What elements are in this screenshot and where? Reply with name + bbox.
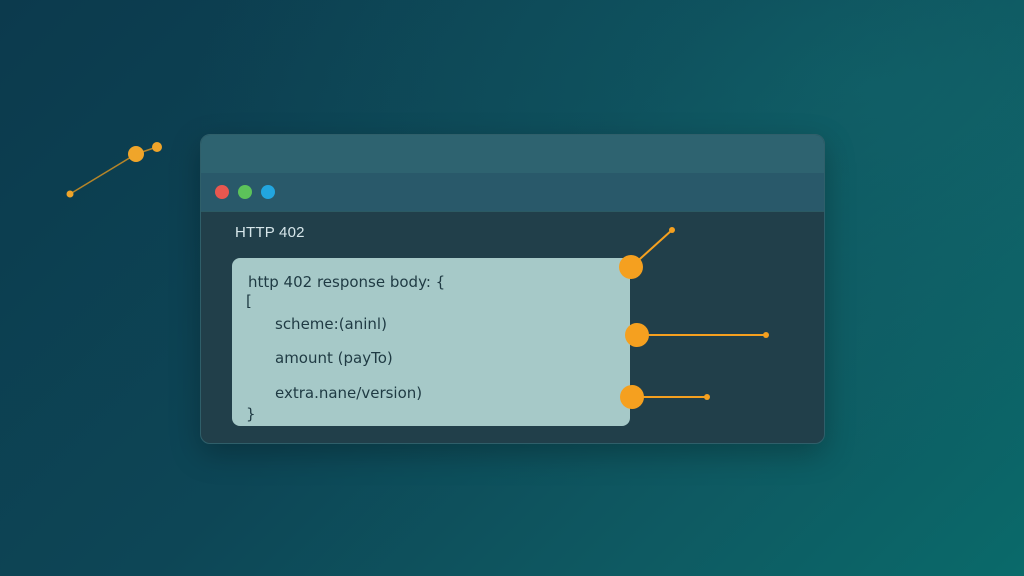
floating-node-decoration [66, 142, 162, 198]
connector-end-icon [704, 394, 710, 400]
connector-scheme [625, 323, 769, 347]
connector-end-icon [763, 332, 769, 338]
connector-end-icon [669, 227, 675, 233]
node-dot-icon [66, 190, 74, 198]
node-dot-icon [128, 146, 144, 162]
connector-overlay [66, 142, 769, 409]
connector-extra [620, 385, 710, 409]
connector-header [619, 227, 675, 279]
connector-node-icon[interactable] [620, 385, 644, 409]
connector-node-icon[interactable] [625, 323, 649, 347]
connector-node-icon[interactable] [619, 255, 643, 279]
node-dot-icon [152, 142, 162, 152]
